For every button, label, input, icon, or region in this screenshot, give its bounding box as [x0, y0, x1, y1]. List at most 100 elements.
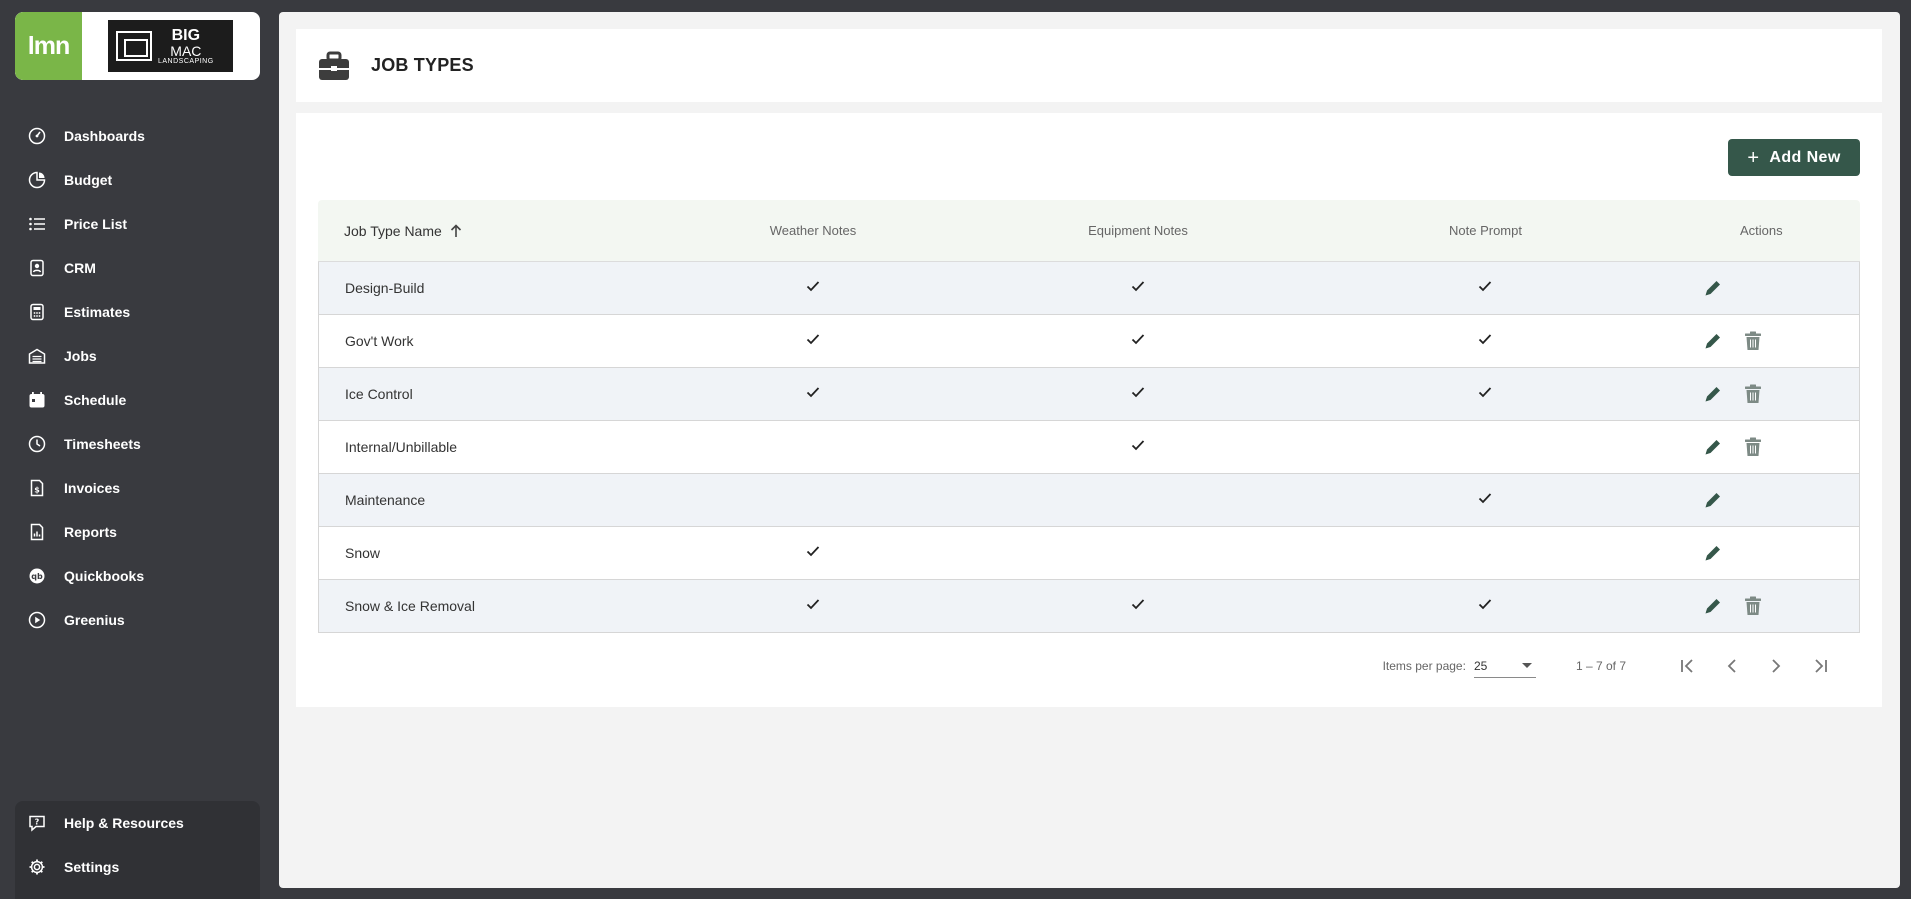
- checkmark-icon: [1131, 598, 1145, 609]
- sidebar-item-dashboards[interactable]: Dashboards: [0, 114, 276, 158]
- checkmark-icon: [1478, 280, 1492, 291]
- next-page-button[interactable]: [1754, 648, 1798, 684]
- sidebar-item-label: Timesheets: [64, 436, 141, 452]
- sidebar-item-budget[interactable]: Budget: [0, 158, 276, 202]
- actions-cell: [1677, 277, 1859, 299]
- column-header-name[interactable]: Job Type Name: [318, 223, 643, 239]
- sidebar-item-settings[interactable]: Settings: [15, 845, 260, 889]
- sidebar-item-help-resources[interactable]: ? Help & Resources: [15, 801, 260, 845]
- edit-button[interactable]: [1702, 542, 1724, 564]
- chevron-right-icon: [1772, 659, 1781, 673]
- contact-card-icon: [28, 259, 46, 277]
- table-header: Job Type Name Weather Notes Equipment No…: [318, 200, 1860, 262]
- edit-button[interactable]: [1702, 277, 1724, 299]
- actions-cell: [1677, 436, 1859, 458]
- checkmark-icon: [1131, 280, 1145, 291]
- edit-button[interactable]: [1702, 489, 1724, 511]
- table-row: Gov't Work: [318, 315, 1860, 368]
- garage-icon: [28, 347, 46, 365]
- first-page-button[interactable]: [1666, 648, 1710, 684]
- job-types-card: + Add New Job Type Name Weather Notes Eq…: [296, 113, 1882, 707]
- delete-button[interactable]: [1742, 595, 1764, 617]
- column-header-weather: Weather Notes: [769, 223, 857, 238]
- company-logo-big: BIG: [171, 26, 201, 44]
- sidebar-item-label: Reports: [64, 524, 117, 540]
- job-type-name: Internal/Unbillable: [345, 439, 458, 455]
- main-area: JOB TYPES + Add New Job Type Name Weathe…: [279, 12, 1900, 888]
- checkmark-icon: [1478, 386, 1492, 397]
- table-body: Design-Build Gov't Work Ice Control Interna…: [318, 262, 1860, 633]
- sidebar-item-jobs[interactable]: Jobs: [0, 334, 276, 378]
- delete-button[interactable]: [1742, 436, 1764, 458]
- pie-chart-icon: [28, 171, 46, 189]
- actions-cell: [1677, 489, 1859, 511]
- list-icon: [28, 215, 46, 233]
- weather-notes-cell: [644, 279, 984, 298]
- table-row: Maintenance: [318, 474, 1860, 527]
- checkmark-icon: [807, 598, 820, 609]
- last-page-button[interactable]: [1798, 648, 1842, 684]
- sidebar-item-crm[interactable]: CRM: [0, 246, 276, 290]
- previous-page-button[interactable]: [1710, 648, 1754, 684]
- delete-button[interactable]: [1742, 330, 1764, 352]
- sidebar-item-invoices[interactable]: $ Invoices: [0, 466, 276, 510]
- chevron-left-icon: [1727, 659, 1736, 673]
- sidebar-item-label: Help & Resources: [64, 815, 184, 831]
- items-per-page-label: Items per page:: [1382, 659, 1466, 673]
- checkmark-icon: [1131, 439, 1145, 450]
- gear-icon: [28, 858, 46, 876]
- equipment-notes-cell: [983, 597, 1293, 616]
- delete-button[interactable]: [1742, 383, 1764, 405]
- note-prompt-cell: [1293, 279, 1677, 298]
- svg-text:qb: qb: [31, 572, 43, 581]
- weather-notes-cell: [644, 597, 984, 616]
- table-row: Snow: [318, 527, 1860, 580]
- sidebar-item-quickbooks[interactable]: qb Quickbooks: [0, 554, 276, 598]
- note-prompt-cell: [1293, 597, 1677, 616]
- sidebar-item-estimates[interactable]: Estimates: [0, 290, 276, 334]
- lmn-logo[interactable]: lmn: [15, 12, 82, 80]
- company-logo-mark-icon: [116, 31, 152, 61]
- weather-notes-cell: [644, 332, 984, 351]
- trash-icon: [1745, 437, 1762, 456]
- edit-button[interactable]: [1702, 595, 1724, 617]
- sidebar-item-price-list[interactable]: Price List: [0, 202, 276, 246]
- plus-icon: +: [1747, 146, 1760, 169]
- equipment-notes-cell: [983, 438, 1293, 457]
- add-new-button[interactable]: + Add New: [1728, 139, 1860, 176]
- sidebar-item-timesheets[interactable]: Timesheets: [0, 422, 276, 466]
- pencil-icon: [1705, 281, 1721, 296]
- job-type-name: Ice Control: [345, 386, 413, 402]
- edit-button[interactable]: [1702, 383, 1724, 405]
- sidebar-item-label: Greenius: [64, 612, 125, 628]
- sort-ascending-icon[interactable]: [450, 223, 462, 238]
- edit-button[interactable]: [1702, 330, 1724, 352]
- sidebar-item-reports[interactable]: Reports: [0, 510, 276, 554]
- note-prompt-cell: [1293, 385, 1677, 404]
- note-prompt-cell: [1293, 332, 1677, 351]
- equipment-notes-cell: [983, 332, 1293, 351]
- sidebar-item-label: Schedule: [64, 392, 127, 408]
- sidebar-item-schedule[interactable]: Schedule: [0, 378, 276, 422]
- page-range: 1 – 7 of 7: [1575, 659, 1626, 673]
- edit-button[interactable]: [1702, 436, 1724, 458]
- page-size-value: 25: [1473, 658, 1488, 673]
- job-type-name: Snow: [345, 545, 381, 561]
- calendar-icon: [28, 391, 46, 409]
- sidebar-item-label: Price List: [64, 216, 128, 232]
- sidebar: lmn BIG MAC LANDSCAPING Dashboards Budget…: [0, 0, 276, 899]
- table-row: Internal/Unbillable: [318, 421, 1860, 474]
- trash-icon: [1745, 331, 1762, 350]
- page-title: JOB TYPES: [371, 55, 474, 75]
- calculator-icon: [28, 303, 46, 321]
- company-logo-sub: LANDSCAPING: [158, 57, 214, 65]
- table-row: Ice Control: [318, 368, 1860, 421]
- checkmark-icon: [1478, 598, 1492, 609]
- pencil-icon: [1705, 387, 1721, 402]
- pencil-icon: [1705, 334, 1721, 349]
- page-size-select[interactable]: 25: [1473, 654, 1536, 678]
- briefcase-icon: [319, 51, 349, 80]
- sidebar-item-label: Settings: [64, 859, 120, 875]
- sidebar-item-greenius[interactable]: Greenius: [0, 598, 276, 642]
- logo-card[interactable]: lmn BIG MAC LANDSCAPING: [15, 12, 260, 80]
